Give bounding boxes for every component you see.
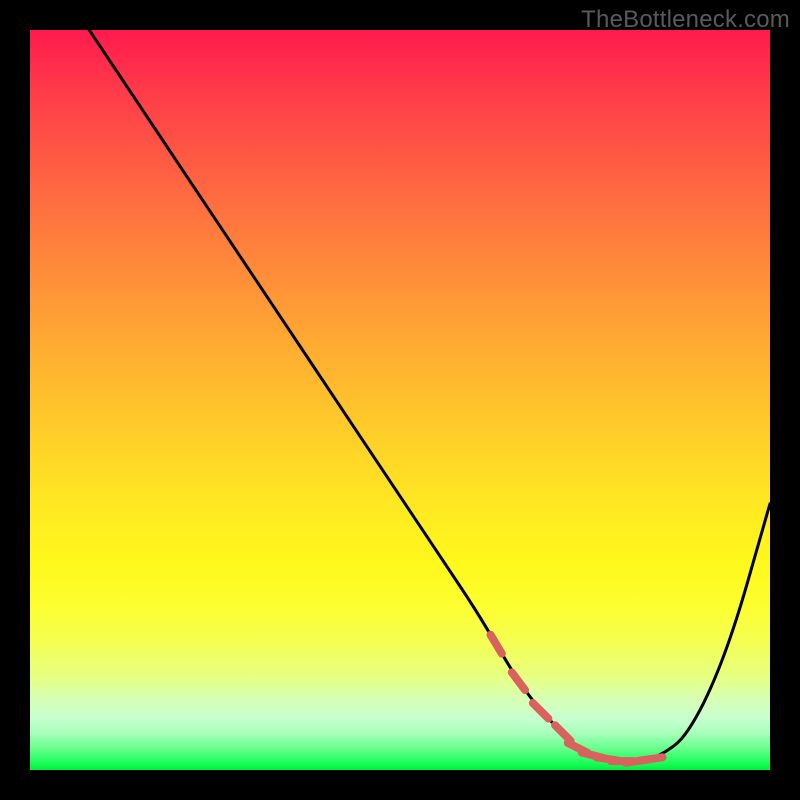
chart-svg: [30, 30, 770, 770]
bottleneck-curve: [89, 30, 770, 761]
watermark-text: TheBottleneck.com: [581, 6, 790, 34]
plateau-marker: [491, 635, 502, 654]
chart-frame: TheBottleneck.com: [0, 0, 800, 800]
plateau-marker: [641, 757, 663, 760]
plateau-marker: [533, 703, 549, 719]
chart-plot-area: [30, 30, 770, 770]
plateau-marker: [512, 672, 525, 690]
plateau-marker: [555, 725, 571, 741]
plateau-markers: [491, 635, 663, 763]
